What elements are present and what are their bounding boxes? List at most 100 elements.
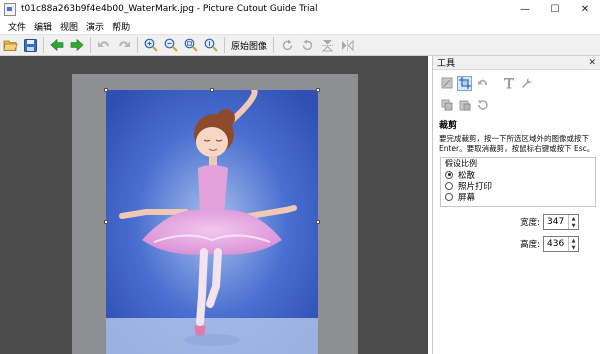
flip-horizontal-button[interactable] bbox=[338, 36, 356, 54]
decrement-arrow-icon[interactable]: ▼ bbox=[569, 244, 578, 251]
close-button[interactable]: ✕ bbox=[570, 0, 600, 18]
ratio-option-label: 屏幕 bbox=[458, 192, 476, 203]
ballerina-photo bbox=[106, 90, 318, 354]
toolbar: 原始图像 bbox=[0, 34, 600, 56]
menu-bar: 文件 编辑 视图 演示 帮助 bbox=[0, 18, 600, 34]
width-row: 宽度: 347 ▲ ▼ bbox=[433, 214, 600, 230]
menu-help[interactable]: 帮助 bbox=[108, 20, 134, 33]
zoom-actual-button[interactable] bbox=[202, 36, 220, 54]
app-icon bbox=[4, 2, 16, 16]
rotate-cw-icon bbox=[282, 39, 292, 50]
menu-file[interactable]: 文件 bbox=[4, 20, 30, 33]
crop-icon bbox=[458, 77, 471, 89]
text-tool-button[interactable] bbox=[501, 76, 516, 91]
zoom-in-button[interactable] bbox=[142, 36, 160, 54]
tools-panel-header: 工具 ✕ bbox=[433, 56, 600, 70]
width-value[interactable]: 347 bbox=[544, 217, 568, 227]
arrow-left-icon bbox=[50, 39, 64, 51]
zoom-fit-button[interactable] bbox=[182, 36, 200, 54]
increment-arrow-icon[interactable]: ▲ bbox=[569, 237, 578, 244]
save-button[interactable] bbox=[21, 36, 39, 54]
zoom-fit-icon bbox=[184, 38, 198, 52]
crop-tool-button[interactable] bbox=[457, 75, 472, 91]
undo-tool-button[interactable] bbox=[475, 76, 490, 91]
menu-present[interactable]: 演示 bbox=[82, 20, 108, 33]
ratio-option-screen[interactable]: 屏幕 bbox=[445, 191, 591, 203]
select-icon bbox=[441, 77, 452, 89]
ratio-option-photo-print[interactable]: 照片打印 bbox=[445, 180, 591, 192]
toolbar-separator bbox=[90, 37, 91, 53]
folder-open-icon bbox=[3, 40, 18, 51]
toolbar-separator bbox=[43, 37, 44, 53]
toolbar-separator bbox=[137, 37, 138, 53]
ballerina-illustration bbox=[106, 90, 318, 354]
height-stepper[interactable]: 436 ▲ ▼ bbox=[543, 236, 579, 252]
tools-panel-secondary bbox=[433, 92, 600, 114]
toolbar-separator bbox=[224, 37, 225, 53]
reset-tool-button[interactable] bbox=[475, 98, 490, 113]
open-button[interactable] bbox=[1, 36, 19, 54]
redo-button[interactable] bbox=[115, 36, 133, 54]
maximize-button[interactable]: ☐ bbox=[540, 0, 570, 18]
flip-vertical-button[interactable] bbox=[318, 36, 336, 54]
ratio-option-loose[interactable]: 松散 bbox=[445, 169, 591, 181]
rotate-left-button[interactable] bbox=[298, 36, 316, 54]
crop-description: 要完成裁剪，按一下所选区域外的图像或按下 Enter。要取消裁剪，按鼠标右键或按… bbox=[439, 134, 595, 153]
undo-button[interactable] bbox=[95, 36, 113, 54]
copy-tool-button[interactable] bbox=[439, 98, 454, 113]
crop-section-title: 裁剪 bbox=[439, 121, 458, 131]
crop-handle-top-middle[interactable] bbox=[210, 88, 214, 92]
menu-edit[interactable]: 编辑 bbox=[30, 20, 56, 33]
zoom-in-icon bbox=[144, 38, 158, 52]
menu-view[interactable]: 视图 bbox=[56, 20, 82, 33]
undo-icon bbox=[98, 41, 109, 47]
tools-panel-title: 工具 bbox=[437, 59, 456, 69]
zoom-actual-icon bbox=[204, 38, 218, 52]
back-button[interactable] bbox=[48, 36, 66, 54]
rotate-ccw-icon bbox=[302, 39, 312, 50]
decrement-arrow-icon[interactable]: ▼ bbox=[569, 222, 578, 229]
select-tool-button[interactable] bbox=[439, 76, 454, 91]
original-image-button[interactable]: 原始图像 bbox=[228, 37, 270, 53]
paste-icon bbox=[459, 100, 470, 111]
zoom-out-icon bbox=[164, 38, 178, 52]
forward-button[interactable] bbox=[68, 36, 86, 54]
minimize-button[interactable]: — bbox=[510, 0, 540, 18]
width-stepper[interactable]: 347 ▲ ▼ bbox=[543, 214, 579, 230]
photo-outside-crop bbox=[72, 74, 358, 354]
increment-arrow-icon[interactable]: ▲ bbox=[569, 215, 578, 222]
toolbar-separator bbox=[273, 37, 275, 53]
arrow-right-icon bbox=[70, 39, 84, 51]
image-canvas[interactable] bbox=[0, 56, 428, 354]
tools-panel: 工具 ✕ 裁剪 要完成裁剪，按一下所选区域外的图像或按下 Enter。要取消裁剪… bbox=[432, 56, 600, 354]
tools-panel-toolbar bbox=[433, 70, 600, 92]
zoom-out-button[interactable] bbox=[162, 36, 180, 54]
crop-handle-middle-left[interactable] bbox=[104, 220, 108, 224]
redo-icon bbox=[119, 41, 130, 47]
rotate-right-button[interactable] bbox=[278, 36, 296, 54]
text-icon bbox=[503, 78, 514, 89]
height-row: 高度: 436 ▲ ▼ bbox=[433, 236, 600, 252]
radio-button[interactable] bbox=[445, 181, 453, 190]
width-label: 宽度: bbox=[520, 218, 540, 228]
paste-tool-button[interactable] bbox=[457, 98, 472, 113]
wrench-tool-button[interactable] bbox=[519, 76, 534, 91]
height-label: 高度: bbox=[520, 240, 540, 250]
radio-button[interactable] bbox=[445, 192, 453, 201]
wrench-icon bbox=[521, 78, 532, 88]
crop-handle-top-right[interactable] bbox=[316, 88, 320, 92]
window-controls: — ☐ ✕ bbox=[510, 0, 600, 18]
height-stepper-arrows: ▲ ▼ bbox=[568, 237, 578, 251]
width-stepper-arrows: ▲ ▼ bbox=[568, 215, 578, 229]
aspect-ratio-legend: 假设比例 bbox=[445, 159, 477, 168]
crop-handle-top-left[interactable] bbox=[104, 88, 108, 92]
height-value[interactable]: 436 bbox=[544, 239, 568, 249]
reset-icon bbox=[477, 100, 488, 110]
window-title: t01c88a263b9f4e4b00_WaterMark.jpg - Pict… bbox=[21, 4, 318, 14]
radio-button-checked[interactable] bbox=[445, 170, 453, 179]
undo-arrow-icon bbox=[477, 79, 487, 85]
tools-panel-close-button[interactable]: ✕ bbox=[588, 58, 596, 68]
flip-horizontal-icon bbox=[341, 39, 354, 51]
crop-handle-middle-right[interactable] bbox=[316, 220, 320, 224]
floppy-disk-icon bbox=[23, 38, 37, 52]
